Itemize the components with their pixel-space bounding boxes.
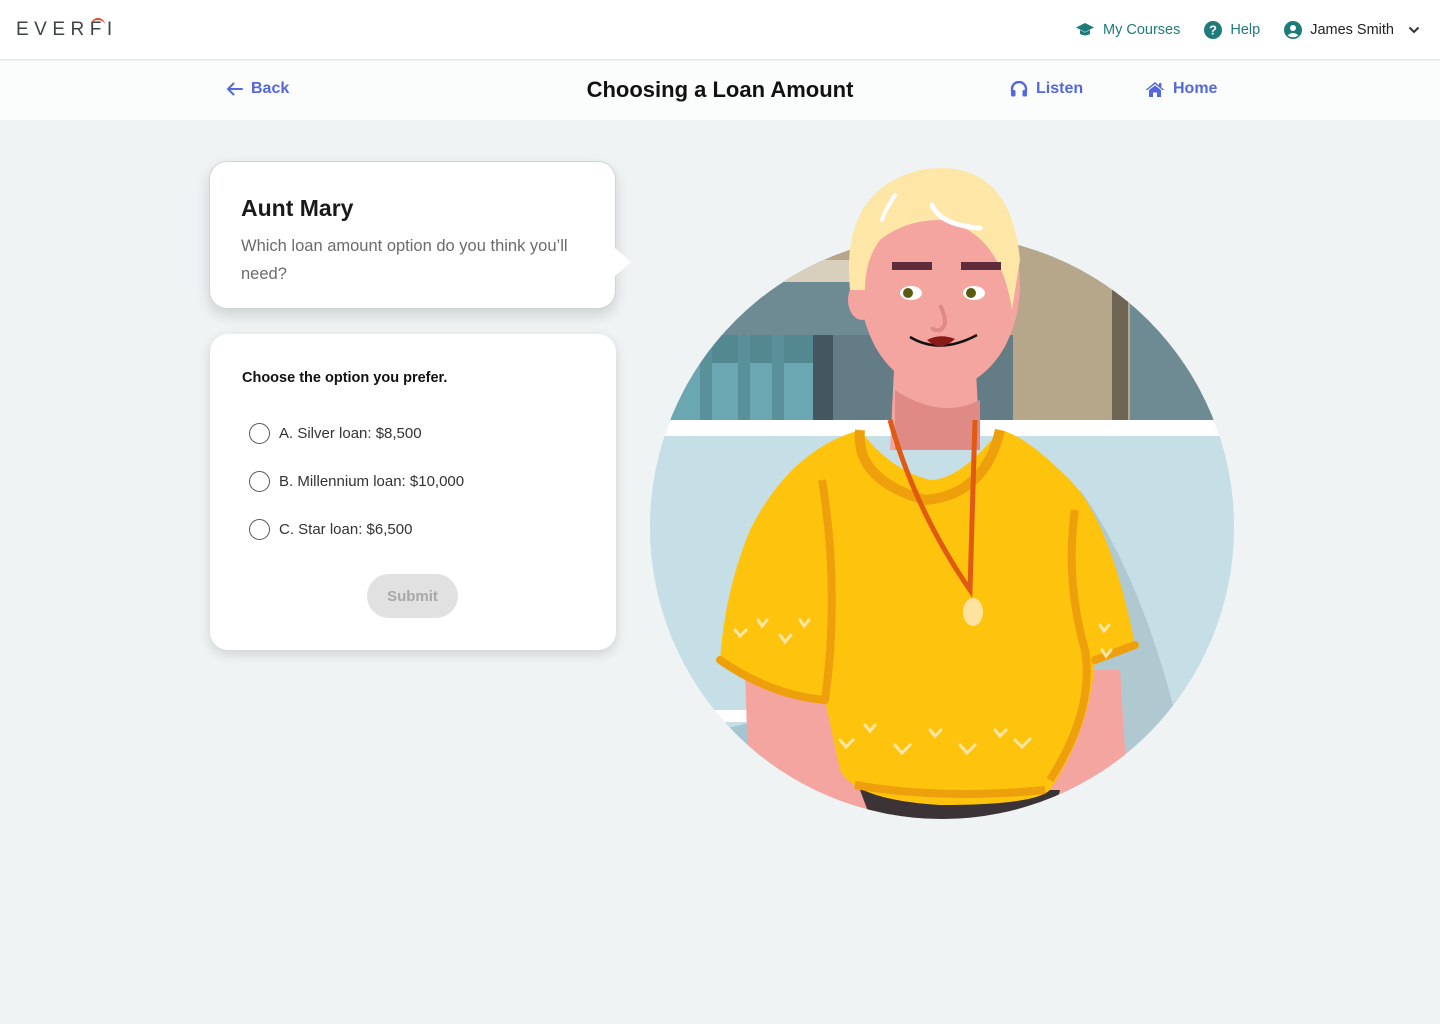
home-icon xyxy=(1145,82,1165,97)
option-a[interactable]: A. Silver loan: $8,500 xyxy=(249,423,422,444)
radio-button[interactable] xyxy=(249,423,270,444)
page-title: Choosing a Loan Amount xyxy=(586,77,854,102)
speaker-name: Aunt Mary xyxy=(241,195,354,221)
lesson-header: Back Choosing a Loan Amount Listen Home xyxy=(0,61,1440,120)
user-circle-icon xyxy=(1284,21,1303,39)
help-link[interactable]: ? Help xyxy=(1204,21,1260,39)
user-name: James Smith xyxy=(1310,22,1394,38)
option-label: C. Star loan: $6,500 xyxy=(279,521,413,538)
logo-arc-icon xyxy=(90,18,105,26)
help-label: Help xyxy=(1230,22,1261,38)
option-c[interactable]: C. Star loan: $6,500 xyxy=(249,519,412,540)
everfi-logo[interactable]: EVER FI xyxy=(16,18,118,42)
question-prompt: Choose the option you prefer. xyxy=(242,370,448,386)
my-courses-link[interactable]: My Courses xyxy=(1075,22,1180,38)
submit-button[interactable]: Submit xyxy=(367,574,458,618)
graduation-cap-icon xyxy=(1076,23,1094,36)
option-label: B. Millennium loan: $10,000 xyxy=(279,473,465,490)
top-nav: My Courses ? Help James Smith xyxy=(1075,0,1420,60)
option-label: A. Silver loan: $8,500 xyxy=(279,425,422,442)
dialogue-text: Which loan amount option do you think yo… xyxy=(241,237,568,283)
option-b[interactable]: B. Millennium loan: $10,000 xyxy=(249,471,464,492)
home-button[interactable]: Home xyxy=(1145,80,1217,98)
home-label: Home xyxy=(1173,80,1218,97)
listen-button[interactable]: Listen xyxy=(1010,80,1083,98)
radio-button[interactable] xyxy=(249,519,270,540)
logo-text-ever: EVER xyxy=(16,19,90,40)
user-menu[interactable]: James Smith xyxy=(1284,21,1420,39)
top-bar: EVER FI My Courses ? Help James Smith xyxy=(0,0,1440,60)
radio-button[interactable] xyxy=(249,471,270,492)
question-card: Choose the option you prefer. A. Silver … xyxy=(210,334,616,650)
svg-text:?: ? xyxy=(1209,23,1217,38)
help-circle-icon: ? xyxy=(1204,21,1223,39)
character-illustration xyxy=(650,168,1234,819)
speech-bubble: Aunt Mary Which loan amount option do yo… xyxy=(209,161,631,309)
logo-text-fi: FI xyxy=(89,18,118,40)
chevron-down-icon[interactable] xyxy=(1408,26,1420,34)
my-courses-label: My Courses xyxy=(1103,22,1181,38)
listen-label: Listen xyxy=(1036,80,1084,97)
headphones-icon xyxy=(1010,81,1028,97)
